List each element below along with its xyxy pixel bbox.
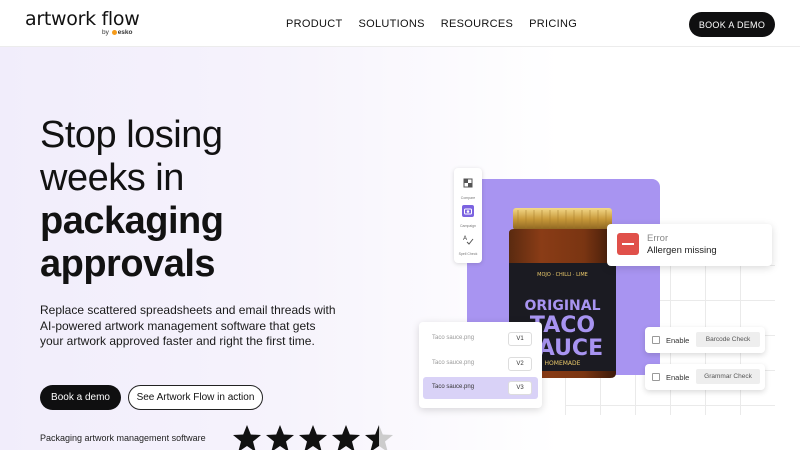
version-row-selected[interactable]: Taco sauce.png V3 [423, 377, 538, 399]
version-row[interactable]: Taco sauce.png V2 [423, 353, 538, 375]
tool-compare-label: Compare [460, 196, 476, 200]
see-in-action-button[interactable]: See Artwork Flow in action [128, 385, 263, 410]
hero-tagline: Packaging artwork management software [40, 433, 206, 443]
star-icon [364, 424, 394, 450]
nav-link-product[interactable]: PRODUCT [286, 18, 343, 30]
check-name: Barcode Check [696, 332, 760, 347]
esko-dot-icon [111, 29, 117, 35]
tool-spell-check-label: Spell Check [458, 252, 478, 256]
book-demo-button[interactable]: Book a demo [40, 385, 121, 410]
star-icon [265, 424, 295, 450]
hero-line-3: packaging [40, 200, 224, 242]
hero-line-2: weeks in [40, 157, 184, 199]
top-nav: artwork flow by esko PRODUCT SOLUTIONS R… [0, 0, 800, 47]
svg-text:A: A [463, 235, 468, 242]
jar-label-original: ORIGINAL [524, 298, 600, 314]
versions-panel: Taco sauce.png V1 Taco sauce.png V2 Taco… [419, 322, 542, 408]
version-badge: V3 [508, 381, 532, 395]
jar-label-homemade: HOMEMADE [545, 360, 581, 367]
tool-compare[interactable]: Compare [454, 176, 482, 200]
spellcheck-icon: A [463, 235, 474, 245]
star-icon [331, 424, 361, 450]
checklist-icon [652, 336, 660, 344]
version-row[interactable]: Taco sauce.png V1 [423, 328, 538, 350]
error-message: Allergen missing [647, 245, 717, 256]
star-icon [232, 424, 262, 450]
brand-byline: by esko [102, 29, 133, 36]
hero-line-4: approvals [40, 243, 216, 285]
check-enable-label: Enable [666, 336, 690, 345]
error-title: Error [647, 233, 669, 244]
editor-side-toolbar: Compare Campaign A Spell Check [454, 168, 482, 263]
barcode-check-toggle[interactable]: Enable Barcode Check [645, 327, 765, 353]
byline-brand: esko [117, 29, 133, 36]
star-icon [298, 424, 328, 450]
error-notification: Error Allergen missing [607, 224, 772, 266]
book-demo-nav-button[interactable]: BOOK A DEMO [689, 12, 775, 37]
checklist-icon [652, 373, 660, 381]
tool-campaign-label: Campaign [460, 224, 476, 228]
compare-icon [463, 178, 473, 188]
tool-spell-check[interactable]: A Spell Check [454, 232, 482, 256]
nav-link-resources[interactable]: RESOURCES [441, 18, 513, 30]
camera-icon [462, 205, 474, 217]
version-file-name: Taco sauce.png [432, 335, 475, 341]
nav-link-pricing[interactable]: PRICING [529, 18, 577, 30]
version-file-name: Taco sauce.png [432, 360, 475, 366]
version-badge: V1 [508, 332, 532, 346]
check-name: Grammar Check [696, 369, 760, 384]
byline-by: by [102, 29, 109, 36]
grammar-check-toggle[interactable]: Enable Grammar Check [645, 364, 765, 390]
hero-line-1: Stop losing [40, 114, 223, 156]
hero-subtitle: Replace scattered spreadsheets and email… [40, 303, 336, 348]
rating-stars [232, 424, 394, 450]
hero-headline: Stop losing weeks in packaging approvals [40, 114, 340, 286]
version-badge: V2 [508, 357, 532, 371]
nav-link-solutions[interactable]: SOLUTIONS [359, 18, 425, 30]
tool-campaign[interactable]: Campaign [454, 204, 482, 228]
nav-links: PRODUCT SOLUTIONS RESOURCES PRICING [286, 18, 577, 30]
check-enable-label: Enable [666, 373, 690, 382]
jar-label-top: MOJO · CHILLI · LIME [537, 272, 588, 278]
error-minus-icon [617, 233, 639, 255]
brand-logo[interactable]: artwork flow by esko [25, 8, 140, 36]
brand-wordmark: artwork flow [25, 8, 140, 30]
version-file-name: Taco sauce.png [432, 384, 475, 390]
